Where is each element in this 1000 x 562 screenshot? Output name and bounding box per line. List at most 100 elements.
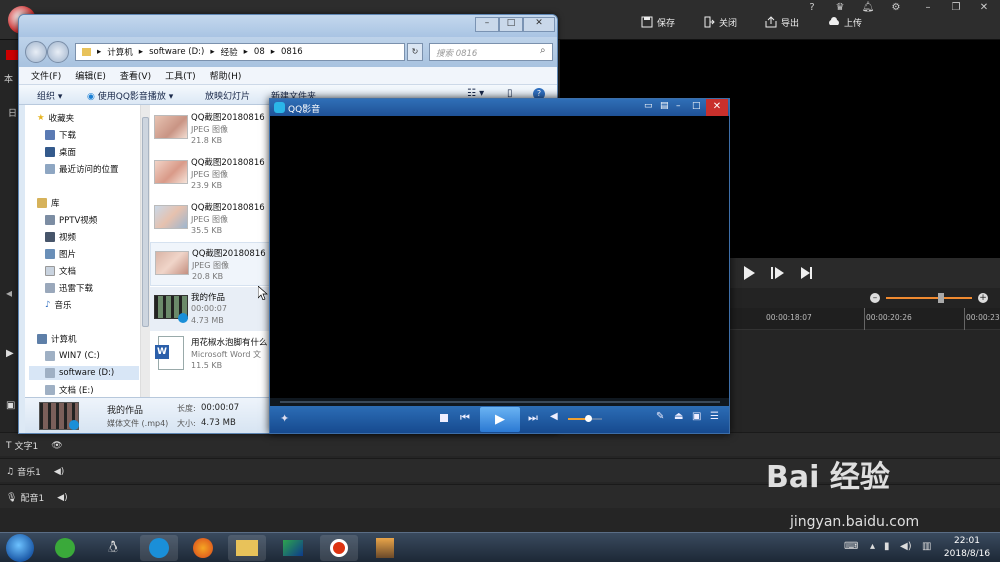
start-button[interactable] xyxy=(6,534,34,562)
help-icon[interactable]: ? xyxy=(804,2,820,16)
play-icon[interactable] xyxy=(742,265,756,281)
speaker-icon[interactable]: ◀) xyxy=(54,467,64,477)
search-icon[interactable]: ⌕ xyxy=(540,45,546,56)
taskbar-app-media[interactable] xyxy=(274,535,312,561)
favorites-header[interactable]: ★ 收藏夹 xyxy=(37,111,74,125)
qq-title-bar[interactable]: QQ影音 ▭ ▤ – □ ✕ xyxy=(270,99,729,116)
taskbar-app-360[interactable] xyxy=(46,535,84,561)
screenshot-icon[interactable]: ▣ xyxy=(692,411,701,422)
breadcrumb[interactable]: ▸ 计算机 ▸ software (D:) ▸ 经验 ▸ 08 ▸ 0816 xyxy=(75,43,405,61)
nav-item-music[interactable]: ♪ 音乐 xyxy=(45,298,71,312)
nav-item-desktop[interactable]: 桌面 xyxy=(45,145,76,159)
computer-header[interactable]: 计算机 xyxy=(37,332,77,346)
video-area[interactable] xyxy=(270,116,729,398)
step-forward-icon[interactable] xyxy=(770,265,786,281)
zoom-out-icon[interactable]: – xyxy=(870,293,880,303)
minimize-icon[interactable]: – xyxy=(676,101,681,111)
chat-icon[interactable]: ▭ xyxy=(644,101,653,111)
zoom-slider-thumb[interactable] xyxy=(938,293,944,303)
breadcrumb-item[interactable]: 经验 xyxy=(221,46,238,58)
libraries-header[interactable]: 库 xyxy=(37,196,60,210)
back-arrow-icon[interactable]: ◂ xyxy=(0,286,18,308)
list-item[interactable]: QQ截图20180816 JPEG 图像 35.5 KB xyxy=(150,197,270,241)
close-icon[interactable]: ✕ xyxy=(706,99,728,116)
network-icon[interactable]: ▥ xyxy=(922,541,931,552)
maximize-icon[interactable]: □ xyxy=(692,101,701,111)
minimize-icon[interactable]: – xyxy=(475,17,499,32)
nav-item-drive-c[interactable]: WIN7 (C:) xyxy=(45,349,100,363)
bell-icon[interactable]: 🔔︎ xyxy=(860,2,876,16)
play-button[interactable]: ▶ xyxy=(480,407,520,432)
breadcrumb-item[interactable]: 计算机 xyxy=(107,46,133,58)
taskbar-app-qqplayer[interactable] xyxy=(140,535,178,561)
seek-bar[interactable] xyxy=(270,398,729,406)
keyboard-icon[interactable]: ⌨ xyxy=(844,541,858,552)
taskbar-app-explorer[interactable] xyxy=(228,535,266,561)
menu-view[interactable]: 查看(V) xyxy=(120,69,151,82)
export-button[interactable]: 导出 xyxy=(765,14,799,30)
eye-icon[interactable]: 👁︎ xyxy=(51,441,62,451)
organize-button[interactable]: 组织 ▾ xyxy=(37,89,62,102)
back-button[interactable] xyxy=(25,41,47,63)
next-icon[interactable]: ⏭ xyxy=(528,411,538,425)
list-item[interactable]: QQ截图20180816 JPEG 图像 20.8 KB xyxy=(150,242,270,286)
vip-icon[interactable]: ♛ xyxy=(832,2,848,16)
list-item[interactable]: QQ截图20180816 JPEG 图像 23.9 KB xyxy=(150,152,270,196)
breadcrumb-item[interactable]: 08 xyxy=(254,47,265,57)
play-with-qq-button[interactable]: ◉ 使用QQ影音播放 ▾ xyxy=(87,89,173,102)
restore-icon[interactable]: ❐ xyxy=(948,2,964,16)
explorer-title-bar[interactable]: – □ ✕ xyxy=(19,15,557,37)
menu-edit[interactable]: 编辑(E) xyxy=(75,69,106,82)
save-button[interactable]: 保存 xyxy=(641,14,675,30)
list-item[interactable]: QQ截图20180816 JPEG 图像 21.8 KB xyxy=(150,107,270,151)
refresh-icon[interactable]: ↻ xyxy=(407,43,423,61)
breadcrumb-item[interactable]: software (D:) xyxy=(149,47,204,57)
taskbar-app-qq[interactable]: 🐧︎ xyxy=(94,535,132,561)
nav-item-pptv[interactable]: PPTV视频 xyxy=(45,213,97,227)
maximize-icon[interactable]: □ xyxy=(499,17,523,32)
menu-help[interactable]: 帮助(H) xyxy=(210,69,242,82)
nav-item-videos[interactable]: 视频 xyxy=(45,230,76,244)
tray-arrow-icon[interactable]: ▴ xyxy=(870,541,875,552)
slideshow-button[interactable]: 放映幻灯片 xyxy=(205,89,250,102)
nav-item-thunder[interactable]: 迅雷下载 xyxy=(45,281,93,295)
taskbar-app-firefox[interactable] xyxy=(184,535,222,561)
list-item[interactable]: W 用花椒水泡脚有什么 Microsoft Word 文 11.5 KB xyxy=(150,332,270,376)
nav-item-drive-d[interactable]: software (D:) xyxy=(29,366,139,380)
nav-item-drive-e[interactable]: 文档 (E:) xyxy=(45,383,94,397)
nav-item-recent[interactable]: 最近访问的位置 xyxy=(45,162,119,176)
list-item[interactable]: 我的作品 00:00:07 4.73 MB xyxy=(150,287,270,331)
volume-icon[interactable]: ◀ xyxy=(550,411,558,422)
previous-icon[interactable]: ⏮ xyxy=(460,411,470,425)
pin-icon[interactable]: ▤ xyxy=(660,101,669,111)
search-input[interactable]: 搜索 0816 ⌕ xyxy=(429,43,553,61)
close-icon[interactable]: ✕ xyxy=(523,17,555,32)
volume-slider[interactable] xyxy=(568,415,602,422)
zoom-slider[interactable] xyxy=(886,297,972,299)
scrollbar-thumb[interactable] xyxy=(142,117,149,327)
playlist-icon[interactable]: ☰ xyxy=(710,411,719,422)
close-icon[interactable]: ✕ xyxy=(976,2,992,16)
volume-icon[interactable]: ◀) xyxy=(900,541,912,552)
nav-item-downloads[interactable]: 下载 xyxy=(45,128,76,142)
taskbar-app-recorder[interactable] xyxy=(320,535,358,561)
seek-track[interactable] xyxy=(280,401,720,403)
nav-scrollbar[interactable] xyxy=(140,105,150,397)
tools-icon[interactable]: ✎ xyxy=(656,411,664,422)
upload-button[interactable]: 上传 xyxy=(828,14,862,30)
clock-time[interactable]: 22:01 xyxy=(942,536,992,546)
effects-icon[interactable]: ✦ xyxy=(280,412,289,425)
stop-icon[interactable] xyxy=(440,414,448,422)
eject-icon[interactable]: ⏏ xyxy=(674,411,683,422)
menu-tools[interactable]: 工具(T) xyxy=(165,69,196,82)
forward-button[interactable] xyxy=(47,41,69,63)
menu-file[interactable]: 文件(F) xyxy=(31,69,61,82)
speaker-icon[interactable]: ◀) xyxy=(57,493,67,503)
usb-icon[interactable]: ▮ xyxy=(884,541,890,552)
volume-thumb[interactable] xyxy=(585,415,593,422)
skip-end-icon[interactable] xyxy=(800,265,814,281)
nav-item-pictures[interactable]: 图片 xyxy=(45,247,76,261)
breadcrumb-item[interactable]: 0816 xyxy=(281,47,303,57)
clock-date[interactable]: 2018/8/16 xyxy=(938,549,996,559)
zoom-in-icon[interactable]: + xyxy=(978,293,988,303)
